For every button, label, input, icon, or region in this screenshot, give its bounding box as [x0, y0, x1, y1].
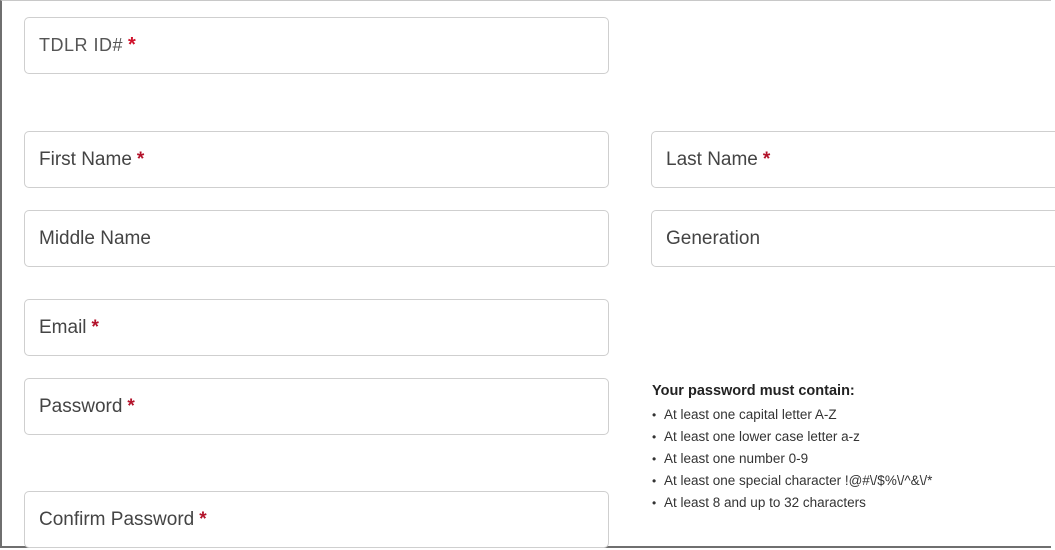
requirement-text: At least 8 and up to 32 characters	[664, 495, 866, 510]
tdlr-id-field[interactable]: TDLR ID# *	[24, 17, 609, 74]
last-name-label: Last Name	[666, 148, 758, 170]
email-label: Email	[39, 316, 87, 338]
password-requirements-list: • At least one capital letter A-Z • At l…	[652, 404, 932, 514]
required-mark: *	[91, 316, 99, 338]
tdlr-id-label: TDLR ID#	[39, 35, 124, 55]
required-mark: *	[127, 395, 135, 417]
email-field[interactable]: Email *	[24, 299, 609, 356]
first-name-label: First Name	[39, 148, 132, 170]
confirm-password-label: Confirm Password	[39, 508, 195, 530]
bullet-icon: •	[652, 452, 657, 466]
password-requirement-item: • At least one number 0-9	[652, 448, 932, 470]
bullet-icon: •	[652, 430, 657, 444]
password-requirement-item: • At least one lower case letter a-z	[652, 426, 932, 448]
required-mark: *	[199, 508, 207, 530]
password-requirement-item: • At least one special character !@#\/$%…	[652, 470, 932, 492]
requirement-text: At least one capital letter A-Z	[664, 407, 837, 422]
required-mark: *	[128, 34, 137, 56]
password-requirements-heading: Your password must contain:	[652, 383, 855, 399]
bullet-icon: •	[652, 496, 657, 510]
requirement-text: At least one number 0-9	[664, 451, 809, 466]
password-label: Password	[39, 395, 123, 417]
bullet-icon: •	[652, 408, 657, 422]
generation-label: Generation	[666, 227, 761, 249]
requirement-text: At least one lower case letter a-z	[664, 429, 860, 444]
requirement-text: At least one special character !@#\/$%\/…	[664, 473, 933, 488]
middle-name-field[interactable]: Middle Name	[24, 210, 609, 267]
last-name-field[interactable]: Last Name *	[651, 131, 1055, 188]
password-requirements: Your password must contain: • At least o…	[652, 383, 932, 514]
first-name-field[interactable]: First Name *	[24, 131, 609, 188]
password-requirement-item: • At least one capital letter A-Z	[652, 404, 932, 426]
confirm-password-field[interactable]: Confirm Password *	[24, 491, 609, 548]
password-field[interactable]: Password *	[24, 378, 609, 435]
required-mark: *	[762, 148, 771, 170]
required-mark: *	[136, 148, 145, 170]
middle-name-label: Middle Name	[39, 227, 151, 249]
bullet-icon: •	[652, 474, 657, 488]
generation-field[interactable]: Generation	[651, 210, 1055, 267]
password-requirement-item: • At least 8 and up to 32 characters	[652, 492, 932, 514]
